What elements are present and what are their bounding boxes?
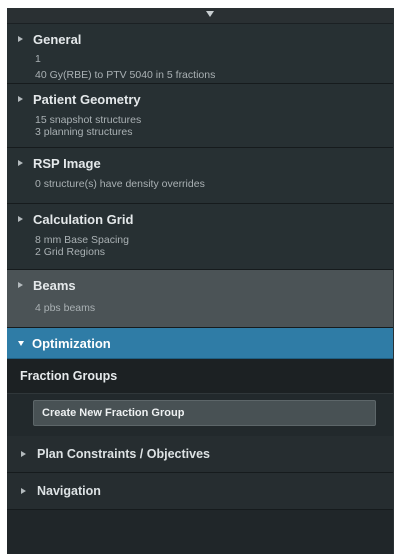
section-title: RSP Image <box>33 155 101 171</box>
section-beams-header[interactable]: Beams <box>7 270 393 300</box>
subsection-plan-constraints[interactable]: Plan Constraints / Objectives <box>7 436 393 473</box>
collapse-bar[interactable] <box>7 8 393 24</box>
summary-line: 1 <box>35 53 41 65</box>
section-rsp-image-header[interactable]: RSP Image <box>7 148 393 178</box>
section-general-header[interactable]: General <box>7 24 393 54</box>
fraction-groups-title: Fraction Groups <box>7 359 393 394</box>
section-summary: 15 snapshot structures 3 planning struct… <box>7 114 393 138</box>
plan-panel: General 1 40 Gy(RBE) to PTV 5040 in 5 fr… <box>7 8 394 554</box>
section-optimization-header[interactable]: Optimization <box>7 328 393 359</box>
expand-arrow-icon <box>18 160 23 166</box>
section-summary: 0 structure(s) have density overrides <box>7 178 393 190</box>
section-patient-geometry-header[interactable]: Patient Geometry <box>7 84 393 114</box>
summary-line: 4 pbs beams <box>35 302 96 314</box>
expand-arrow-icon <box>21 451 26 457</box>
summary-line: 15 snapshot structures <box>35 114 142 126</box>
summary-line: 8 mm Base Spacing <box>35 234 129 246</box>
fraction-groups-body: Create New Fraction Group <box>7 394 393 436</box>
section-summary: 4 pbs beams <box>7 302 393 314</box>
section-title: Beams <box>33 277 76 293</box>
section-title: Optimization <box>32 335 111 351</box>
subsection-title: Navigation <box>37 484 101 498</box>
section-summary: 1 40 Gy(RBE) to PTV 5040 in 5 fractions <box>7 53 393 81</box>
expand-arrow-icon <box>18 216 23 222</box>
section-calculation-grid[interactable]: Calculation Grid 8 mm Base Spacing 2 Gri… <box>7 204 393 270</box>
expand-arrow-icon <box>18 36 23 42</box>
collapse-arrow-icon <box>18 340 24 346</box>
expand-arrow-icon <box>18 282 23 288</box>
expand-arrow-icon <box>21 488 26 494</box>
section-general[interactable]: General 1 40 Gy(RBE) to PTV 5040 in 5 fr… <box>7 24 393 84</box>
summary-line: 0 structure(s) have density overrides <box>35 178 205 190</box>
section-title: General <box>33 31 82 47</box>
create-fraction-group-button[interactable]: Create New Fraction Group <box>33 400 376 426</box>
section-title: Patient Geometry <box>33 91 141 107</box>
section-beams[interactable]: Beams 4 pbs beams <box>7 270 393 328</box>
subsection-title: Plan Constraints / Objectives <box>37 447 210 461</box>
subsection-navigation[interactable]: Navigation <box>7 473 393 510</box>
section-patient-geometry[interactable]: Patient Geometry 15 snapshot structures … <box>7 84 393 148</box>
section-title: Calculation Grid <box>33 211 134 227</box>
section-rsp-image[interactable]: RSP Image 0 structure(s) have density ov… <box>7 148 393 204</box>
summary-line: 40 Gy(RBE) to PTV 5040 in 5 fractions <box>35 69 216 81</box>
section-summary: 8 mm Base Spacing 2 Grid Regions <box>7 234 393 258</box>
summary-line: 3 planning structures <box>35 126 133 138</box>
summary-line: 2 Grid Regions <box>35 246 106 258</box>
section-calculation-grid-header[interactable]: Calculation Grid <box>7 204 393 234</box>
collapse-arrow-icon[interactable] <box>206 11 214 17</box>
expand-arrow-icon <box>18 96 23 102</box>
